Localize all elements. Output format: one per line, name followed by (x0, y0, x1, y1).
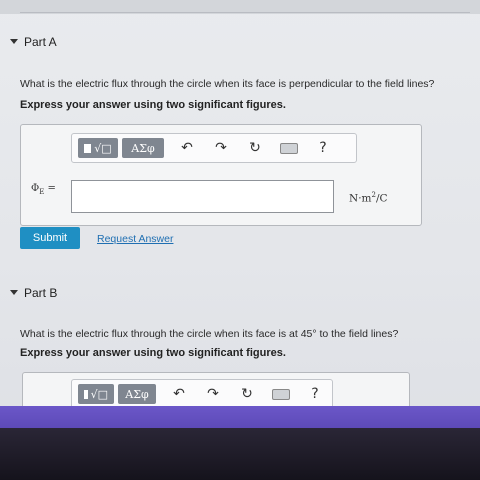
units-tail: /C (375, 192, 388, 205)
equals-sign: = (44, 183, 56, 194)
divider (20, 12, 470, 13)
symbols-label: ΑΣφ (131, 141, 155, 155)
part-b-instruction: Express your answer using two significan… (20, 347, 286, 359)
undo-icon[interactable]: ↶ (168, 386, 190, 402)
part-a-answer-box: √□ ΑΣφ ↶ ↷ ↻ ? ΦE = N·m2/C (20, 124, 422, 226)
templates-button[interactable]: √□ (78, 138, 118, 158)
help-icon[interactable]: ? (312, 140, 334, 156)
templates-label: √□ (94, 141, 112, 155)
request-answer-link[interactable]: Request Answer (97, 233, 173, 245)
redo-icon[interactable]: ↷ (210, 140, 232, 156)
template-square-icon (84, 389, 88, 399)
units-label: N·m2/C (349, 191, 388, 205)
phi-symbol: Φ (31, 183, 40, 194)
keyboard-icon[interactable] (278, 140, 300, 156)
screen: Part A What is the electric flux through… (0, 0, 480, 420)
template-square-icon (84, 143, 92, 153)
undo-icon[interactable]: ↶ (176, 140, 198, 156)
symbols-button[interactable]: ΑΣφ (118, 384, 156, 404)
part-b-math-toolbar: √□ ΑΣφ ↶ ↷ ↻ ? (71, 379, 333, 409)
symbols-button[interactable]: ΑΣφ (122, 138, 164, 158)
flux-variable-label: ΦE = (31, 183, 56, 196)
help-icon[interactable]: ? (304, 386, 326, 402)
part-a-header[interactable]: Part A (0, 32, 480, 54)
part-a-math-toolbar: √□ ΑΣφ ↶ ↷ ↻ ? (71, 133, 357, 163)
monitor-bezel (0, 406, 480, 428)
templates-label: √□ (90, 387, 108, 401)
reset-icon[interactable]: ↻ (236, 386, 258, 402)
monitor-base (0, 428, 480, 480)
part-a-instruction: Express your answer using two significan… (20, 99, 286, 111)
keyboard-icon[interactable] (270, 386, 292, 402)
part-b-title: Part B (24, 286, 58, 300)
flux-answer-input[interactable] (71, 180, 334, 213)
units-main: N·m (349, 192, 372, 205)
reset-icon[interactable]: ↻ (244, 140, 266, 156)
part-a-question: What is the electric flux through the ci… (20, 78, 435, 90)
symbols-label: ΑΣφ (125, 387, 149, 401)
part-b-question: What is the electric flux through the ci… (20, 328, 399, 340)
collapse-caret-icon[interactable] (10, 290, 18, 295)
redo-icon[interactable]: ↷ (202, 386, 224, 402)
templates-button[interactable]: √□ (78, 384, 114, 404)
part-b-header[interactable]: Part B (0, 283, 480, 305)
top-strip (0, 0, 480, 14)
part-a-title: Part A (24, 35, 57, 49)
submit-button[interactable]: Submit (20, 227, 80, 249)
collapse-caret-icon[interactable] (10, 39, 18, 44)
